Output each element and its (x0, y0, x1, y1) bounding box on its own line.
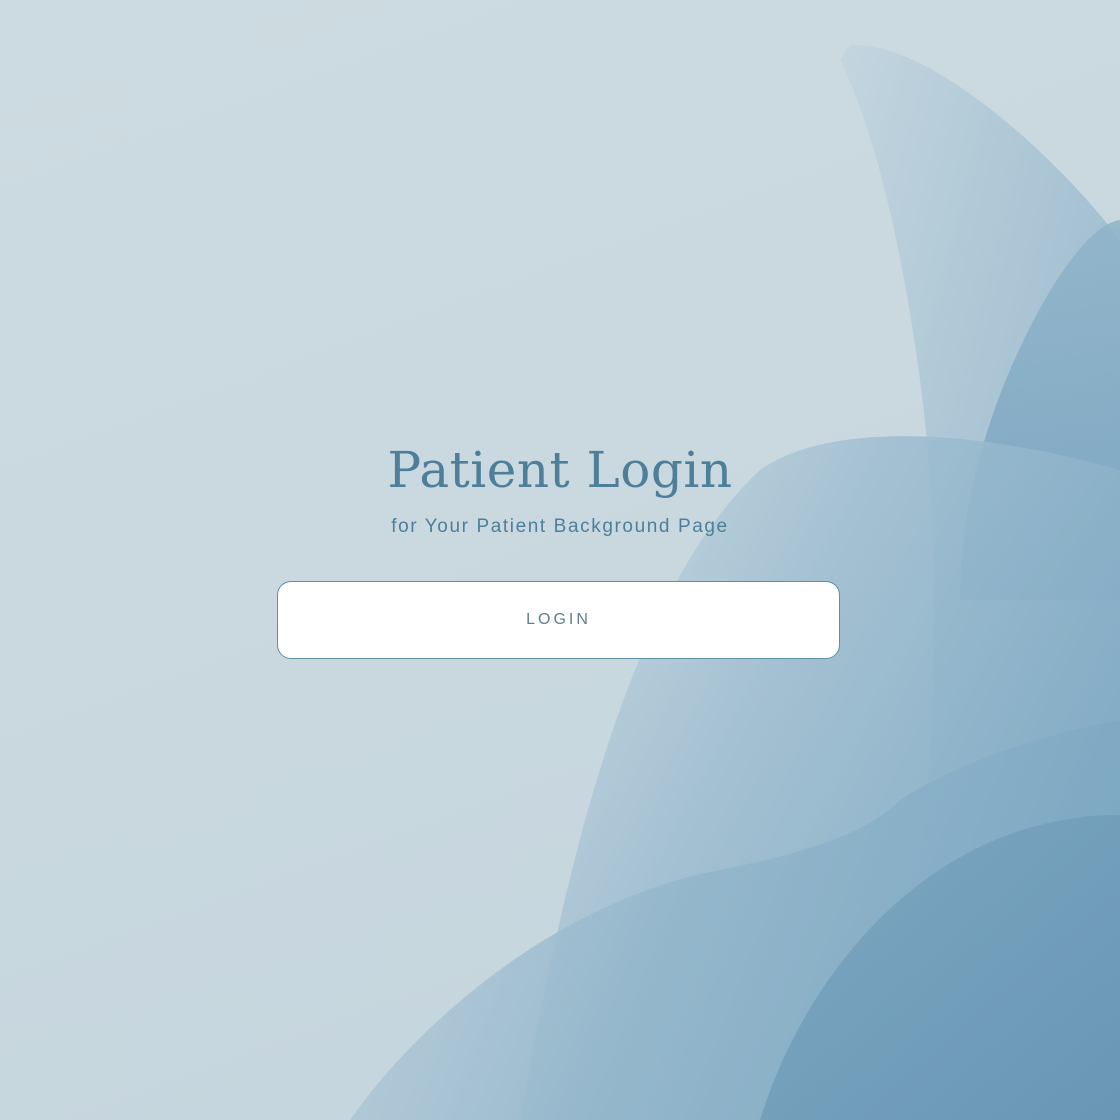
page-title: Patient Login (387, 441, 733, 499)
page-subtitle: for Your Patient Background Page (391, 516, 729, 537)
login-panel: Patient Login for Your Patient Backgroun… (0, 0, 1120, 1120)
login-button[interactable]: LOGIN (277, 581, 840, 659)
